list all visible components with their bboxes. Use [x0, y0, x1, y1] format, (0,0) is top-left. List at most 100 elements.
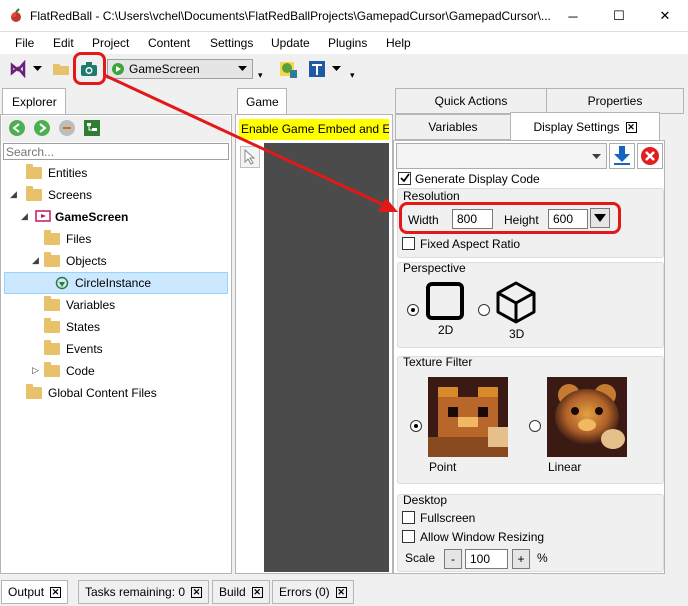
menu-settings[interactable]: Settings	[210, 36, 253, 50]
explorer-search-input[interactable]	[3, 143, 229, 160]
tab-game[interactable]: Game	[237, 88, 287, 116]
minimize-button[interactable]: ─	[550, 0, 596, 32]
scale-increment-button[interactable]: +	[512, 549, 530, 569]
tree-item-label: States	[66, 320, 101, 334]
enable-game-embed-banner[interactable]: Enable Game Embed and Edit	[239, 119, 389, 140]
tree-item-code[interactable]: Code	[44, 360, 95, 382]
scale-decrement-button[interactable]: -	[444, 549, 462, 569]
perspective-3d-radio[interactable]	[478, 304, 490, 316]
tab-variables[interactable]: Variables	[395, 114, 511, 140]
tab-label: Tasks remaining: 0	[85, 585, 186, 599]
toolbar-overflow-icon[interactable]: ▾	[258, 70, 263, 81]
settings-preset-dropdown[interactable]	[396, 143, 607, 169]
menu-file[interactable]: File	[15, 36, 34, 50]
expanded-arrow-icon[interactable]: ◢	[21, 211, 28, 222]
folder-icon	[44, 340, 60, 355]
annotation-resolution-highlight	[399, 202, 621, 234]
allow-window-resizing-checkbox[interactable]	[402, 530, 415, 543]
scale-label: Scale	[405, 551, 436, 565]
close-tab-icon[interactable]: ✕	[50, 586, 62, 598]
game-viewport[interactable]	[264, 143, 389, 572]
tab-quick-actions[interactable]: Quick Actions	[395, 88, 547, 114]
back-icon[interactable]	[8, 119, 26, 137]
tree-item-label: GameScreen	[55, 210, 129, 224]
close-tab-icon[interactable]: ✕	[335, 586, 347, 598]
menu-edit[interactable]: Edit	[53, 36, 74, 50]
scale-input[interactable]: 100	[465, 549, 508, 569]
tab-game-label: Game	[246, 95, 279, 109]
tab-label: Errors (0)	[279, 585, 330, 599]
dropdown-arrow-icon[interactable]	[328, 57, 344, 81]
tab-errors[interactable]: Errors (0) ✕	[272, 580, 354, 604]
tab-explorer[interactable]: Explorer	[2, 88, 66, 116]
dropdown-arrow-icon[interactable]	[29, 57, 45, 81]
menu-project[interactable]: Project	[92, 36, 129, 50]
linear-filter-bear-icon[interactable]	[547, 377, 627, 457]
close-tab-icon[interactable]: ✕	[625, 121, 637, 133]
texture-filter-group-label: Texture Filter	[403, 355, 473, 369]
tree-item-gamescreen[interactable]: GameScreen	[35, 206, 128, 228]
tab-output[interactable]: Output ✕	[1, 580, 69, 604]
expanded-arrow-icon[interactable]: ◢	[32, 255, 39, 266]
fullscreen-checkbox[interactable]	[402, 511, 415, 524]
menu-content[interactable]: Content	[148, 36, 190, 50]
screen-combo-value: GameScreen	[129, 62, 200, 76]
texture-point-radio[interactable]	[410, 420, 422, 432]
perspective-2d-radio[interactable]	[407, 304, 419, 316]
tree-item-states[interactable]: States	[44, 316, 100, 338]
screen-combo[interactable]: GameScreen	[107, 59, 253, 79]
menu-update[interactable]: Update	[271, 36, 310, 50]
fixed-aspect-ratio-checkbox[interactable]	[402, 237, 415, 250]
open-folder-icon[interactable]	[49, 57, 73, 81]
chevron-down-icon	[592, 154, 601, 159]
cursor-arrow-icon	[244, 149, 256, 165]
tree-item-files[interactable]: Files	[44, 228, 91, 250]
point-filter-bear-icon[interactable]	[428, 377, 508, 457]
square-2d-icon[interactable]	[424, 280, 466, 322]
tree-view-icon[interactable]	[83, 119, 101, 137]
tree-item-screens[interactable]: Screens	[26, 184, 92, 206]
select-cursor-button[interactable]	[240, 146, 260, 168]
tab-tasks-remaining[interactable]: Tasks remaining: 0 ✕	[78, 580, 210, 604]
entity-character-icon[interactable]	[276, 57, 300, 81]
cube-3d-icon[interactable]	[494, 280, 538, 324]
download-icon	[614, 146, 630, 165]
delete-settings-button[interactable]	[637, 143, 663, 169]
forward-icon[interactable]	[33, 119, 51, 137]
screen-icon	[35, 210, 51, 222]
texture-linear-radio[interactable]	[529, 420, 541, 432]
tab-label: Display Settings	[533, 120, 620, 134]
tree-item-events[interactable]: Events	[44, 338, 103, 360]
close-tab-icon[interactable]: ✕	[191, 586, 203, 598]
text-tool-icon[interactable]	[305, 57, 329, 81]
tree-item-label: Screens	[48, 188, 93, 202]
vertical-scrollbar[interactable]	[667, 140, 687, 574]
close-tab-icon[interactable]: ✕	[251, 586, 263, 598]
tree-item-label: Events	[66, 342, 103, 356]
collapsed-arrow-icon[interactable]: ▷	[32, 365, 39, 376]
annotation-camera-highlight	[73, 52, 106, 85]
tab-properties[interactable]: Properties	[546, 88, 684, 114]
tree-item-objects[interactable]: Objects	[44, 250, 107, 272]
save-settings-button[interactable]	[609, 143, 635, 169]
tree-item-global-content-files[interactable]: Global Content Files	[26, 382, 157, 404]
expanded-arrow-icon[interactable]: ◢	[10, 189, 17, 200]
tree-item-label: Objects	[66, 254, 107, 268]
close-button[interactable]: ✕	[642, 0, 688, 32]
perspective-group-label: Perspective	[403, 261, 466, 275]
tree-item-entities[interactable]: Entities	[26, 162, 87, 184]
toolbar-overflow-icon[interactable]: ▾	[350, 70, 355, 81]
menu-help[interactable]: Help	[386, 36, 411, 50]
tab-label: Variables	[428, 120, 478, 134]
maximize-button[interactable]: ☐	[596, 0, 642, 32]
tree-item-variables[interactable]: Variables	[44, 294, 115, 316]
tab-build[interactable]: Build ✕	[212, 580, 270, 604]
generate-display-code-checkbox[interactable]	[398, 172, 411, 185]
tree-item-label: Code	[66, 364, 95, 378]
visual-studio-icon[interactable]	[6, 57, 30, 81]
menu-plugins[interactable]: Plugins	[328, 36, 367, 50]
collapse-all-icon[interactable]	[58, 119, 76, 137]
flatredball-logo-icon	[11, 8, 21, 22]
tab-display-settings[interactable]: Display Settings ✕	[510, 112, 660, 141]
tree-item-circleinstance[interactable]: CircleInstance	[4, 272, 228, 294]
